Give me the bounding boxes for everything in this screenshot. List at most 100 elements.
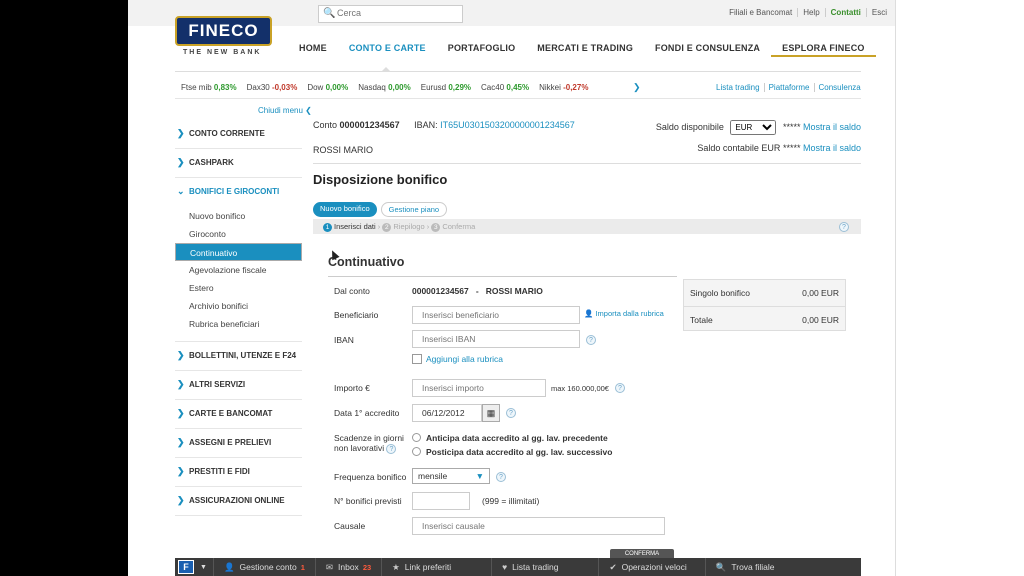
- sidebar-item-conto-corrente[interactable]: ❯ CONTO CORRENTE: [175, 120, 302, 149]
- nav-conto-e-carte[interactable]: CONTO E CARTE: [338, 43, 437, 57]
- search-box[interactable]: 🔍: [318, 5, 463, 23]
- link-consulenza[interactable]: Consulenza: [813, 83, 865, 92]
- submenu-agevolazione[interactable]: Agevolazione fiscale: [175, 261, 302, 279]
- mail-icon: ✉: [325, 561, 334, 572]
- summary-row: Singolo bonifico 0,00 EUR: [690, 288, 839, 298]
- option-posticipa[interactable]: Posticipa data accredito al gg. lav. suc…: [412, 447, 612, 457]
- frequenza-select[interactable]: mensile ▼: [412, 468, 490, 484]
- nav-fondi[interactable]: FONDI E CONSULENZA: [644, 43, 771, 57]
- ticker-item[interactable]: Cac40 0,45%: [481, 83, 529, 92]
- beneficiario-label: Beneficiario: [334, 310, 379, 320]
- bar-lista-trading[interactable]: ♥ Lista trading: [491, 558, 598, 576]
- ticker-item[interactable]: Eurusd 0,29%: [421, 83, 471, 92]
- account-iban: IT65U0301503200000001234567: [440, 120, 575, 130]
- causale-label: Causale: [334, 521, 366, 531]
- sidebar-item-altri-servizi[interactable]: ❯ ALTRI SERVIZI: [175, 371, 302, 400]
- submenu-giroconto[interactable]: Giroconto: [175, 225, 302, 243]
- chevron-down-icon[interactable]: ▼: [194, 564, 213, 571]
- iban-label: IBAN: [334, 335, 354, 345]
- ticker-item[interactable]: Ftse mib 0,83%: [181, 83, 237, 92]
- importo-label: Importo €: [334, 383, 370, 393]
- help-icon[interactable]: ?: [586, 335, 596, 345]
- chevron-right-icon[interactable]: ❯: [633, 82, 641, 93]
- submenu-nuovo-bonifico[interactable]: Nuovo bonifico: [175, 207, 302, 225]
- chevron-right-icon: ❯: [177, 466, 185, 476]
- link-esci[interactable]: Esci: [865, 8, 892, 17]
- import-rubrica-link[interactable]: 👤 Importa dalla rubrica: [584, 309, 664, 318]
- bar-operazioni-veloci[interactable]: ✔ Operazioni veloci: [598, 558, 704, 576]
- nav-portafoglio[interactable]: PORTAFOGLIO: [437, 43, 527, 57]
- nav-home[interactable]: HOME: [288, 43, 338, 57]
- section-divider: [328, 276, 677, 277]
- submenu-continuativo[interactable]: Continuativo: [175, 243, 302, 261]
- step-conferma: 3 Conferma: [431, 222, 475, 232]
- account-info: Conto 000001234567 IBAN: IT65U0301503200…: [313, 120, 575, 130]
- add-to-rubrica[interactable]: Aggiungi alla rubrica: [412, 354, 503, 364]
- chevron-right-icon: ❯: [177, 379, 185, 389]
- ticker-item[interactable]: Nasdaq 0,00%: [358, 83, 411, 92]
- submenu-archivio[interactable]: Archivio bonifici: [175, 297, 302, 315]
- bar-gestione-conto[interactable]: 👤 Gestione conto 1: [212, 558, 315, 576]
- fineco-logo[interactable]: FINECO: [175, 16, 272, 46]
- sidebar-item-cashpark[interactable]: ❯ CASHPARK: [175, 149, 302, 178]
- submenu-rubrica[interactable]: Rubrica beneficiari: [175, 315, 302, 333]
- link-help[interactable]: Help: [797, 8, 825, 17]
- sidebar-item-carte[interactable]: ❯ CARTE E BANCOMAT: [175, 400, 302, 429]
- calendar-icon[interactable]: ▦: [482, 404, 500, 422]
- show-balance-link[interactable]: Mostra il saldo: [803, 143, 861, 153]
- submenu-estero[interactable]: Estero: [175, 279, 302, 297]
- sidebar-item-prestiti[interactable]: ❯ PRESTITI E FIDI: [175, 458, 302, 487]
- iban-input[interactable]: [412, 330, 580, 348]
- tab-gestione-piano[interactable]: Gestione piano: [380, 202, 448, 217]
- star-icon: ★: [392, 561, 400, 572]
- nav-esplora[interactable]: ESPLORA FINECO: [771, 43, 876, 57]
- help-icon[interactable]: ?: [506, 408, 516, 418]
- ticker-item[interactable]: Nikkei -0,27%: [539, 83, 588, 92]
- sidebar-item-bonifici[interactable]: ⌄ BONIFICI E GIROCONTI: [175, 178, 302, 207]
- previsti-input[interactable]: [412, 492, 470, 510]
- right-margin: [895, 0, 1024, 576]
- show-balance-link[interactable]: Mostra il saldo: [803, 122, 861, 132]
- market-ticker: Ftse mib 0,83% Dax30 -0,03% Dow 0,00% Na…: [181, 83, 598, 92]
- help-icon[interactable]: ?: [386, 444, 397, 454]
- radio-button[interactable]: [412, 433, 421, 442]
- option-anticipa[interactable]: Anticipa data accredito al gg. lav. prec…: [412, 433, 608, 443]
- collapse-menu-link[interactable]: Chiudi menu ❮: [258, 106, 312, 115]
- bar-inbox[interactable]: ✉ Inbox 23: [314, 558, 381, 576]
- bar-trova-filiale[interactable]: 🔍 Trova filiale: [704, 558, 785, 576]
- checkbox[interactable]: [412, 354, 422, 364]
- help-icon[interactable]: ?: [615, 383, 625, 393]
- ticker-item[interactable]: Dow 0,00%: [307, 83, 348, 92]
- radio-button[interactable]: [412, 447, 421, 456]
- previsti-hint: (999 = illimitati): [482, 496, 540, 506]
- max-amount: max 160.000,00€: [551, 384, 609, 393]
- check-icon: ✔: [609, 561, 617, 572]
- importo-input[interactable]: [412, 379, 546, 397]
- currency-select[interactable]: EUR: [730, 120, 777, 135]
- link-piattaforme[interactable]: Piattaforme: [763, 83, 814, 92]
- beneficiario-input[interactable]: [412, 306, 580, 324]
- chevron-down-icon: ▼: [475, 471, 484, 481]
- search-icon: 🔍: [323, 8, 336, 19]
- sidebar-item-assegni[interactable]: ❯ ASSEGNI E PRELIEVI: [175, 429, 302, 458]
- help-icon[interactable]: ?: [839, 222, 849, 232]
- main-nav: HOME CONTO E CARTE PORTAFOGLIO MERCATI E…: [288, 43, 876, 57]
- causale-input[interactable]: [412, 517, 665, 535]
- sidebar-item-bollettini[interactable]: ❯ BOLLETTINI, UTENZE E F24: [175, 342, 302, 371]
- ticker-divider: [175, 98, 861, 99]
- sidebar-item-assicurazioni[interactable]: ❯ ASSICURAZIONI ONLINE: [175, 487, 302, 516]
- tab-nuovo-bonifico[interactable]: Nuovo bonifico: [313, 202, 377, 217]
- bar-link-preferiti[interactable]: ★ Link preferiti: [381, 558, 491, 576]
- fineco-bar-logo[interactable]: F: [178, 560, 194, 574]
- search-input[interactable]: [337, 8, 457, 18]
- link-filiali[interactable]: Filiali e Bancomat: [724, 8, 797, 17]
- nav-mercati[interactable]: MERCATI E TRADING: [526, 43, 644, 57]
- help-icon[interactable]: ?: [496, 472, 506, 482]
- link-contatti[interactable]: Contatti: [824, 8, 866, 17]
- step-inserisci: 1 Inserisci dati: [323, 222, 376, 232]
- link-lista-trading[interactable]: Lista trading: [712, 83, 764, 92]
- chevron-right-icon: ❯: [177, 128, 185, 138]
- ticker-item[interactable]: Dax30 -0,03%: [247, 83, 298, 92]
- saldo-contabile: Saldo contabile EUR ***** Mostra il sald…: [697, 143, 861, 153]
- date-input[interactable]: [412, 404, 482, 422]
